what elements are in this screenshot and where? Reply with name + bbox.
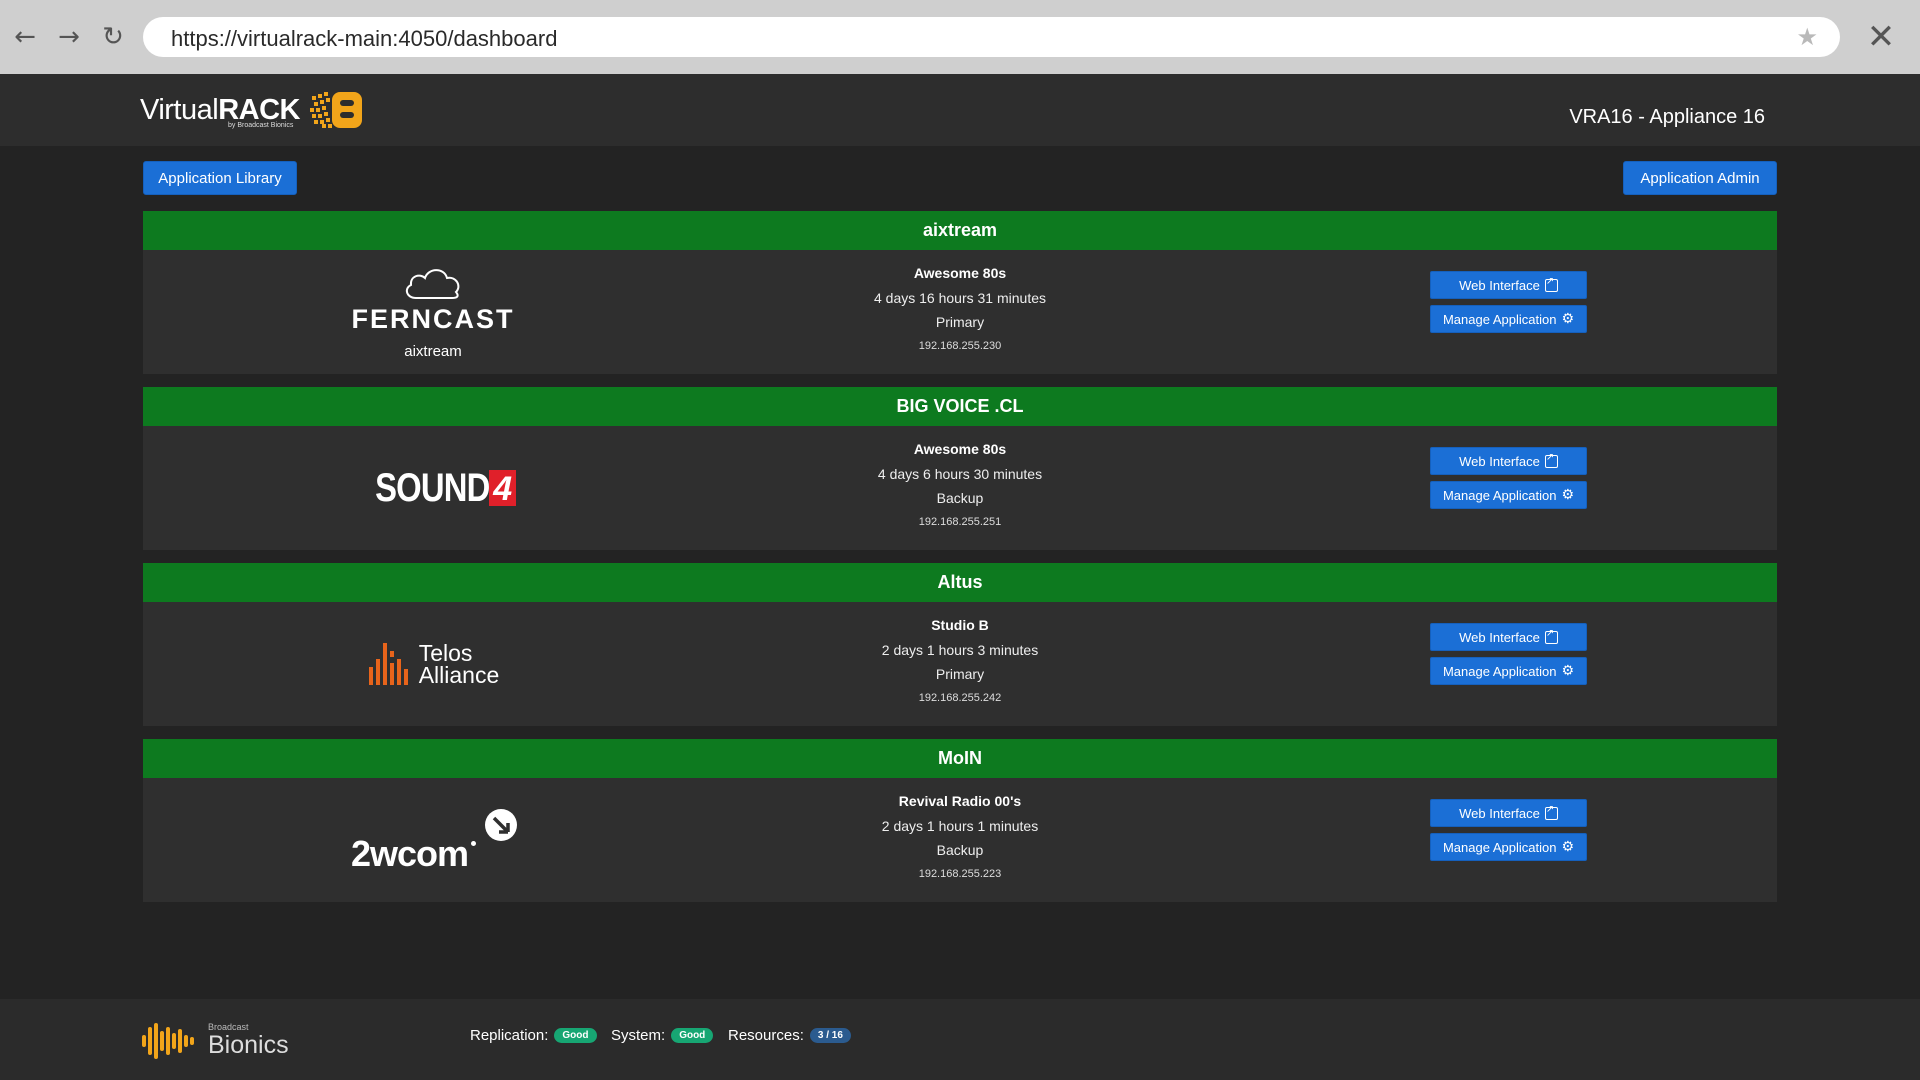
resources-badge: 3 / 16 xyxy=(809,1028,851,1043)
replication-status: Replication: Good xyxy=(470,1027,597,1044)
sound4-wordmark: SOUND xyxy=(374,465,490,510)
system-status: System: Good xyxy=(611,1027,714,1044)
web-interface-label: Web Interface xyxy=(1459,277,1540,293)
app-info: Awesome 80s 4 days 6 hours 30 minutes Ba… xyxy=(760,426,1160,550)
app-card: aixtream FERNCAST aixtream Awesome 80s 4… xyxy=(143,211,1777,374)
browser-chrome: ← → ↻ https://virtualrack-main:4050/dash… xyxy=(0,0,1920,74)
web-interface-button[interactable]: Web Interface xyxy=(1430,447,1587,475)
app-info: Awesome 80s 4 days 16 hours 31 minutes P… xyxy=(760,250,1160,374)
stream-name: Awesome 80s xyxy=(913,441,1007,457)
uptime: 2 days 1 hours 3 minutes xyxy=(881,642,1039,658)
gear-icon: ⚙ xyxy=(1561,487,1575,503)
external-link-icon xyxy=(1544,628,1558,644)
external-link-icon xyxy=(1544,452,1558,468)
uptime: 4 days 16 hours 31 minutes xyxy=(874,290,1046,306)
close-icon[interactable]: ✕ xyxy=(1864,20,1898,54)
stream-name: Awesome 80s xyxy=(913,265,1007,281)
bionics-big-text: Bionics xyxy=(208,1031,289,1059)
web-interface-button[interactable]: Web Interface xyxy=(1430,799,1587,827)
uptime: 2 days 1 hours 1 minutes xyxy=(881,818,1039,834)
replication-label: Replication: xyxy=(470,1027,549,1044)
web-interface-label: Web Interface xyxy=(1459,805,1540,821)
gear-icon: ⚙ xyxy=(1561,839,1575,855)
2wcom-dot xyxy=(471,841,476,846)
stream-name: Studio B xyxy=(931,617,989,633)
gear-icon: ⚙ xyxy=(1561,663,1575,679)
resources-status: Resources: 3 / 16 xyxy=(728,1027,851,1044)
stream-name: Revival Radio 00's xyxy=(898,793,1022,809)
ferncast-wordmark: FERNCAST xyxy=(351,304,515,334)
telos-alliance-logo: Telos Alliance xyxy=(313,602,553,726)
app-info: Revival Radio 00's 2 days 1 hours 1 minu… xyxy=(760,778,1160,902)
app-card: MoIN 2wcom Revival Radio 00's 2 days 1 h… xyxy=(143,739,1777,902)
logo-subtitle: by Broadcast Bionics xyxy=(228,122,294,129)
role: Backup xyxy=(936,842,984,858)
system-label: System: xyxy=(611,1027,666,1044)
web-interface-label: Web Interface xyxy=(1459,453,1540,469)
manage-application-button[interactable]: Manage Application ⚙ xyxy=(1430,305,1587,333)
resources-label: Resources: xyxy=(728,1027,804,1044)
reload-icon[interactable]: ↻ xyxy=(98,22,128,52)
app-info: Studio B 2 days 1 hours 3 minutes Primar… xyxy=(760,602,1160,726)
role: Primary xyxy=(935,666,985,682)
manage-application-button[interactable]: Manage Application ⚙ xyxy=(1430,833,1587,861)
ferncast-logo: FERNCAST aixtream xyxy=(313,250,553,374)
virtualrack-logo[interactable]: VirtualRACK by Broadcast Bionics xyxy=(140,88,364,132)
ip-address: 192.168.255.230 xyxy=(918,340,1002,352)
sound4-badge: 4 xyxy=(489,470,517,508)
web-interface-button[interactable]: Web Interface xyxy=(1430,271,1587,299)
manage-application-label: Manage Application xyxy=(1442,663,1557,679)
external-link-icon xyxy=(1544,276,1558,292)
sound4-logo: SOUND 4 xyxy=(313,426,553,550)
ip-address: 192.168.255.251 xyxy=(918,516,1002,528)
app-header: VirtualRACK by Broadcast Bionics VRA16 -… xyxy=(0,74,1920,146)
app-card-title: BIG VOICE .CL xyxy=(143,387,1777,426)
bionics-waveform-icon xyxy=(142,1023,194,1059)
ip-address: 192.168.255.223 xyxy=(918,868,1002,880)
bookmark-star-icon[interactable]: ★ xyxy=(1796,23,1818,51)
app-card: Altus Telos Alliance Studio B 2 days 1 h… xyxy=(143,563,1777,726)
manage-application-label: Manage Application xyxy=(1442,311,1557,327)
system-badge: Good xyxy=(671,1028,714,1043)
role: Backup xyxy=(936,490,984,506)
manage-application-button[interactable]: Manage Application ⚙ xyxy=(1430,657,1587,685)
telos-wordmark: Telos xyxy=(418,640,473,666)
ip-address: 192.168.255.242 xyxy=(918,692,1002,704)
role: Primary xyxy=(935,314,985,330)
manage-application-button[interactable]: Manage Application ⚙ xyxy=(1430,481,1587,509)
external-link-icon xyxy=(1544,804,1558,820)
back-arrow-icon[interactable]: ← xyxy=(10,22,40,52)
uptime: 4 days 6 hours 30 minutes xyxy=(877,466,1043,482)
url-text: https://virtualrack-main:4050/dashboard xyxy=(171,26,558,51)
manage-application-label: Manage Application xyxy=(1442,839,1557,855)
appliance-title: VRA16 - Appliance 16 xyxy=(1569,106,1765,128)
logo-caption: aixtream xyxy=(404,343,462,360)
2wcom-arrow-icon xyxy=(485,809,517,841)
telos-bars-icon xyxy=(368,643,408,685)
rack-logo-icon xyxy=(309,92,362,128)
address-bar[interactable]: https://virtualrack-main:4050/dashboard … xyxy=(143,17,1840,57)
app-card-title: Altus xyxy=(143,563,1777,602)
forward-arrow-icon[interactable]: → xyxy=(54,22,84,52)
web-interface-button[interactable]: Web Interface xyxy=(1430,623,1587,651)
status-footer: Broadcast Bionics Replication: Good Syst… xyxy=(0,999,1920,1080)
alliance-wordmark: Alliance xyxy=(418,662,500,688)
gear-icon: ⚙ xyxy=(1561,311,1575,327)
2wcom-wordmark: 2wcom xyxy=(351,833,469,874)
app-card: BIG VOICE .CL SOUND 4 Awesome 80s 4 days… xyxy=(143,387,1777,550)
application-admin-button[interactable]: Application Admin xyxy=(1623,161,1777,195)
manage-application-label: Manage Application xyxy=(1442,487,1557,503)
app-card-title: MoIN xyxy=(143,739,1777,778)
replication-badge: Good xyxy=(554,1028,597,1043)
cloud-icon xyxy=(405,269,460,299)
2wcom-logo: 2wcom xyxy=(313,778,553,902)
web-interface-label: Web Interface xyxy=(1459,629,1540,645)
application-library-button[interactable]: Application Library xyxy=(143,161,297,195)
app-card-title: aixtream xyxy=(143,211,1777,250)
broadcast-bionics-logo: Broadcast Bionics xyxy=(142,1019,289,1063)
